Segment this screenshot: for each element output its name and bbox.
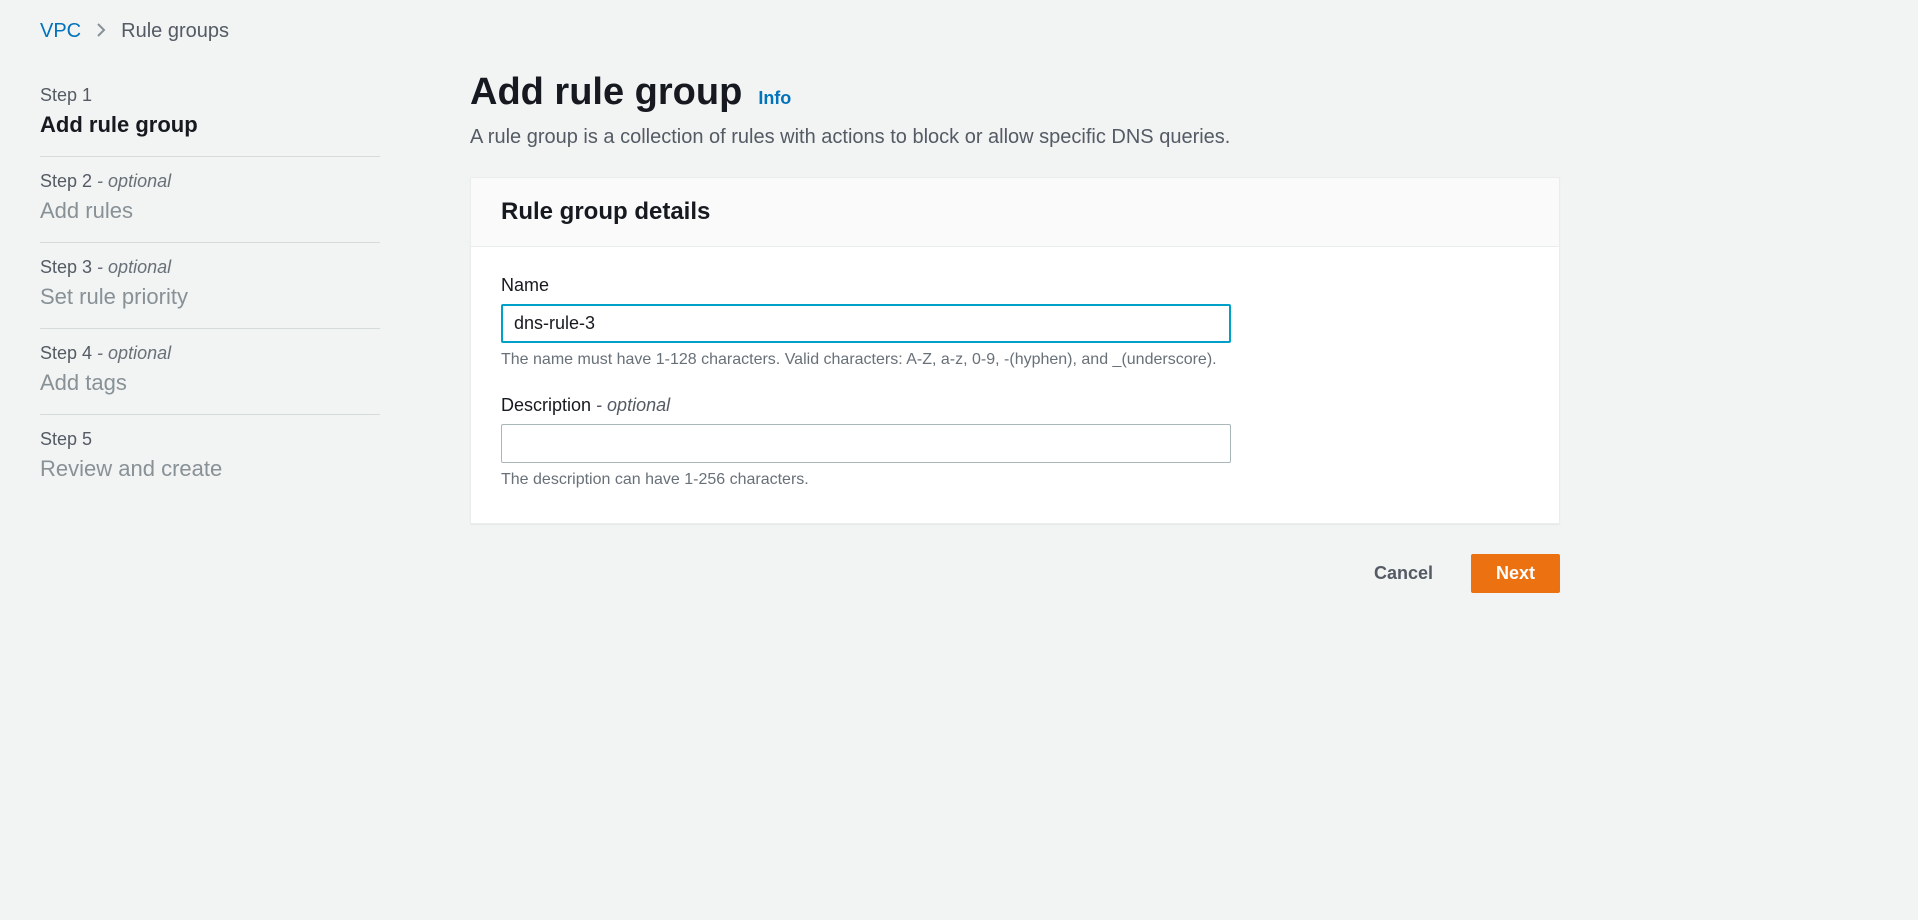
step-title: Add rules <box>40 198 380 224</box>
breadcrumb: VPC Rule groups <box>40 20 1878 43</box>
step-number: Step 2 <box>40 171 92 191</box>
step-title: Set rule priority <box>40 284 380 310</box>
breadcrumb-root-link[interactable]: VPC <box>40 20 81 43</box>
page-description: A rule group is a collection of rules wi… <box>470 126 1560 149</box>
description-form-group: Description - optional The description c… <box>501 395 1529 489</box>
step-number: Step 4 <box>40 343 92 363</box>
step-title: Review and create <box>40 456 380 482</box>
wizard-step-3: Step 3 - optional Set rule priority <box>40 243 380 329</box>
rule-group-details-panel: Rule group details Name The name must ha… <box>470 177 1560 524</box>
description-label: Description - optional <box>501 395 1529 416</box>
breadcrumb-current: Rule groups <box>121 20 229 43</box>
step-optional-tag: - optional <box>92 257 171 277</box>
name-form-group: Name The name must have 1-128 characters… <box>501 275 1529 369</box>
step-optional-tag: - optional <box>92 343 171 363</box>
step-number: Step 3 <box>40 257 92 277</box>
panel-heading: Rule group details <box>501 198 1529 226</box>
name-label: Name <box>501 275 1529 296</box>
info-link[interactable]: Info <box>758 88 791 109</box>
wizard-steps-sidebar: Step 1 Add rule group Step 2 - optional … <box>40 71 380 593</box>
step-number: Step 1 <box>40 85 92 105</box>
wizard-actions: Cancel Next <box>470 554 1560 593</box>
cancel-button[interactable]: Cancel <box>1350 555 1457 592</box>
next-button[interactable]: Next <box>1471 554 1560 593</box>
panel-header: Rule group details <box>471 178 1559 247</box>
step-title: Add tags <box>40 370 380 396</box>
main-content: Add rule group Info A rule group is a co… <box>470 71 1560 593</box>
wizard-step-4: Step 4 - optional Add tags <box>40 329 380 415</box>
name-input[interactable] <box>501 304 1231 343</box>
description-input[interactable] <box>501 424 1231 463</box>
step-optional-tag: - optional <box>92 171 171 191</box>
step-title: Add rule group <box>40 112 380 138</box>
wizard-step-2: Step 2 - optional Add rules <box>40 157 380 243</box>
description-hint: The description can have 1-256 character… <box>501 471 1529 489</box>
name-hint: The name must have 1-128 characters. Val… <box>501 351 1529 369</box>
wizard-step-5: Step 5 Review and create <box>40 415 380 500</box>
step-number: Step 5 <box>40 429 92 449</box>
optional-tag: - optional <box>596 395 670 415</box>
wizard-step-1: Step 1 Add rule group <box>40 71 380 157</box>
chevron-right-icon <box>95 21 107 42</box>
page-title: Add rule group <box>470 71 742 114</box>
